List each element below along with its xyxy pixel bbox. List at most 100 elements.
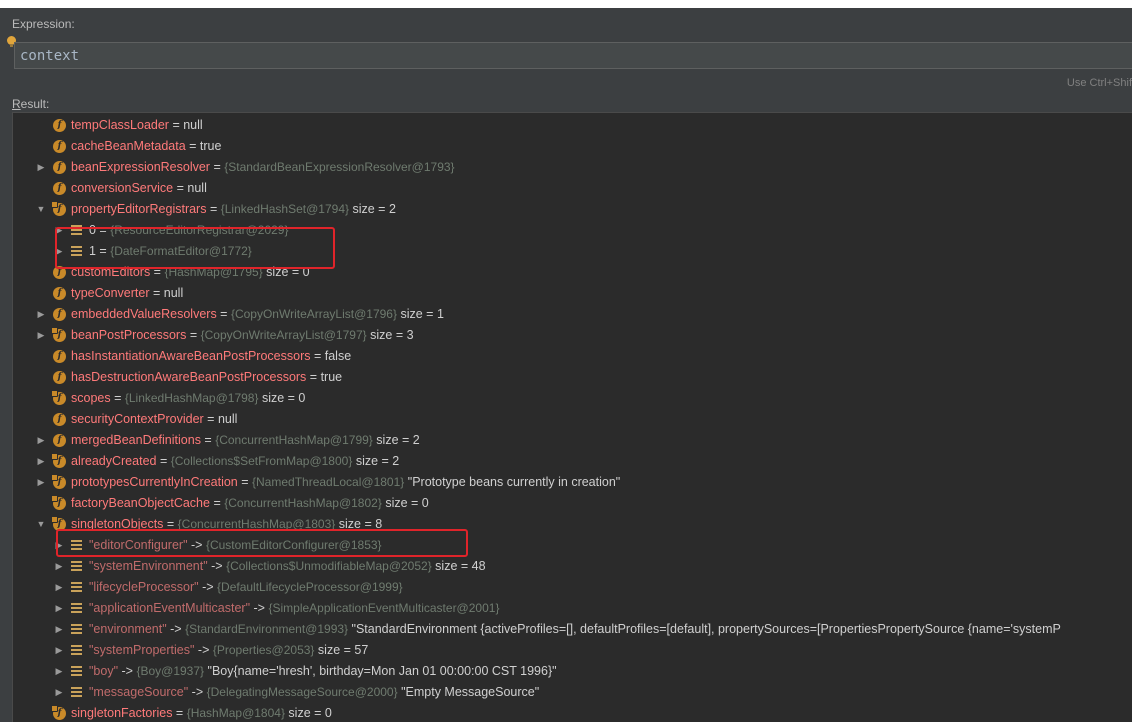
tree-row-text: "systemEnvironment" -> {Collections$Unmo… [89, 556, 486, 577]
expanded-arrow-icon[interactable]: ▼ [35, 199, 47, 220]
collapsed-arrow-icon[interactable]: ▶ [53, 619, 65, 640]
tree-row[interactable]: ▶ 1 = {DateFormatEditor@1772} [13, 241, 1132, 262]
tree-row-type: {ConcurrentHashMap@1802} [224, 496, 382, 510]
tree-row-separator: = [203, 412, 218, 426]
tree-row-text: singletonObjects = {ConcurrentHashMap@18… [71, 514, 382, 535]
tree-row[interactable]: ▶ "editorConfigurer" -> {CustomEditorConf… [13, 535, 1132, 556]
collapsed-arrow-icon[interactable]: ▶ [53, 556, 65, 577]
collapsed-arrow-icon[interactable]: ▶ [53, 661, 65, 682]
tree-row-type: {StandardEnvironment@1993} [185, 622, 349, 636]
collapsed-arrow-icon[interactable]: ▶ [53, 220, 65, 241]
field-icon: f [53, 161, 66, 174]
tree-row-name: "applicationEventMulticaster" [89, 601, 251, 615]
collapsed-arrow-icon[interactable]: ▶ [35, 451, 47, 472]
tree-row-value: size = 48 [431, 559, 486, 573]
tree-row-text: mergedBeanDefinitions = {ConcurrentHashM… [71, 430, 420, 451]
tree-row[interactable]: f scopes = {LinkedHashMap@1798} size = 0 [13, 388, 1132, 409]
tree-row[interactable]: ▶ "systemProperties" -> {Properties@2053}… [13, 640, 1132, 661]
tree-row-name: typeConverter [71, 286, 150, 300]
tree-row[interactable]: f factoryBeanObjectCache = {ConcurrentHas… [13, 493, 1132, 514]
tree-row-separator: = [110, 391, 125, 405]
tree-row[interactable]: ▶ "applicationEventMulticaster" -> {Simpl… [13, 598, 1132, 619]
tree-row[interactable]: ▶ f mergedBeanDefinitions = {ConcurrentHas… [13, 430, 1132, 451]
expression-input[interactable] [20, 45, 1120, 67]
field-icon: f [51, 390, 66, 405]
tree-row[interactable]: f tempClassLoader = null [13, 115, 1132, 136]
field-icon: f [51, 327, 66, 342]
field-icon: f [51, 201, 66, 216]
tree-row-value: null [187, 181, 207, 195]
tree-row-value: size = 2 [372, 433, 420, 447]
result-tree[interactable]: f tempClassLoader = null f cacheBeanMetadat… [12, 112, 1132, 722]
tree-row[interactable]: f cacheBeanMetadata = true [13, 136, 1132, 157]
tree-row[interactable]: ▶ f beanExpressionResolver = {StandardBean… [13, 157, 1132, 178]
collapsed-arrow-icon[interactable]: ▶ [35, 472, 47, 493]
collapsed-arrow-icon[interactable]: ▶ [35, 430, 47, 451]
tree-row[interactable]: f typeConverter = null [13, 283, 1132, 304]
tree-row-text: 0 = {ResourceEditorRegistrar@2029} [89, 220, 288, 241]
tree-row-text: securityContextProvider = null [71, 409, 237, 430]
tree-row-text: beanExpressionResolver = {StandardBeanEx… [71, 157, 455, 178]
collapsed-arrow-icon[interactable]: ▶ [53, 577, 65, 598]
tree-row[interactable]: ▶ "boy" -> {Boy@1937} "Boy{name='hresh', … [13, 661, 1132, 682]
collapsed-arrow-icon[interactable]: ▶ [53, 598, 65, 619]
tree-row-separator: = [172, 706, 187, 720]
tree-row[interactable]: ▶ f beanPostProcessors = {CopyOnWriteArray… [13, 325, 1132, 346]
tree-row-name: embeddedValueResolvers [71, 307, 217, 321]
tree-row-name: "environment" [89, 622, 167, 636]
collapsed-arrow-icon[interactable]: ▶ [53, 640, 65, 661]
tree-row-value: size = 2 [349, 202, 396, 216]
tree-row-text: hasInstantiationAwareBeanPostProcessors … [71, 346, 351, 367]
expression-field[interactable] [14, 42, 1132, 69]
tree-row[interactable]: f singletonFactories = {HashMap@1804} siz… [13, 703, 1132, 722]
tree-row[interactable]: ▶ f prototypesCurrentlyInCreation = {Named… [13, 472, 1132, 493]
tree-row[interactable]: f conversionService = null [13, 178, 1132, 199]
tree-row-type: {ResourceEditorRegistrar@2029} [110, 223, 289, 237]
tree-row[interactable]: ▶ "messageSource" -> {DelegatingMessageSo… [13, 682, 1132, 703]
tree-row[interactable]: f customEditors = {HashMap@1795} size = 0 [13, 262, 1132, 283]
tree-row-value: "Boy{name='hresh', birthday=Mon Jan 01 0… [204, 664, 557, 678]
tree-row-text: beanPostProcessors = {CopyOnWriteArrayLi… [71, 325, 414, 346]
tree-row[interactable]: ▶ "systemEnvironment" -> {Collections$Unm… [13, 556, 1132, 577]
tree-row[interactable]: ▶ "lifecycleProcessor" -> {DefaultLifecyc… [13, 577, 1132, 598]
tree-row-value: size = 0 [284, 706, 332, 720]
list-entry-icon [71, 645, 82, 656]
field-icon: f [53, 119, 66, 132]
tree-row[interactable]: f securityContextProvider = null [13, 409, 1132, 430]
tree-row-separator: = [310, 349, 325, 363]
tree-row[interactable]: ▶ 0 = {ResourceEditorRegistrar@2029} [13, 220, 1132, 241]
tree-row-text: "environment" -> {StandardEnvironment@19… [89, 619, 1061, 640]
tree-row-text: "lifecycleProcessor" -> {DefaultLifecycl… [89, 577, 403, 598]
field-icon: f [53, 413, 66, 426]
collapsed-arrow-icon[interactable]: ▶ [35, 304, 47, 325]
tree-row-text: propertyEditorRegistrars = {LinkedHashSe… [71, 199, 396, 220]
tree-row-value: true [320, 370, 343, 384]
tree-row[interactable]: ▼ f propertyEditorRegistrars = {LinkedHash… [13, 199, 1132, 220]
tree-row-type: {NamedThreadLocal@1801} [252, 475, 405, 489]
collapsed-arrow-icon[interactable]: ▶ [53, 682, 65, 703]
tree-row[interactable]: ▶ "environment" -> {StandardEnvironment@1… [13, 619, 1132, 640]
collapsed-arrow-icon[interactable]: ▶ [53, 241, 65, 262]
tree-row-name: customEditors [71, 265, 151, 279]
expanded-arrow-icon[interactable]: ▼ [35, 514, 47, 535]
tree-row[interactable]: ▶ f alreadyCreated = {Collections$SetFromM… [13, 451, 1132, 472]
tree-row[interactable]: ▼ f singletonObjects = {ConcurrentHashMap@… [13, 514, 1132, 535]
tree-row-name: "editorConfigurer" [89, 538, 188, 552]
tree-row[interactable]: ▶ f embeddedValueResolvers = {CopyOnWriteA… [13, 304, 1132, 325]
collapsed-arrow-icon[interactable]: ▶ [35, 325, 47, 346]
tree-row-value: size = 57 [314, 643, 369, 657]
tree-row-text: tempClassLoader = null [71, 115, 203, 136]
tree-row-type: {SimpleApplicationEventMulticaster@2001} [268, 601, 500, 615]
tree-row-text: factoryBeanObjectCache = {ConcurrentHash… [71, 493, 429, 514]
list-entry-icon [71, 624, 82, 635]
field-icon: f [53, 434, 66, 447]
tree-row-separator: = [186, 328, 201, 342]
tree-row[interactable]: f hasDestructionAwareBeanPostProcessors =… [13, 367, 1132, 388]
collapsed-arrow-icon[interactable]: ▶ [53, 535, 65, 556]
field-icon: f [53, 371, 66, 384]
tree-row-text: singletonFactories = {HashMap@1804} size… [71, 703, 332, 722]
tree-row-type: {ConcurrentHashMap@1799} [215, 433, 373, 447]
tree-row[interactable]: f hasInstantiationAwareBeanPostProcessors… [13, 346, 1132, 367]
collapsed-arrow-icon[interactable]: ▶ [35, 157, 47, 178]
tree-row-value: null [217, 412, 238, 426]
